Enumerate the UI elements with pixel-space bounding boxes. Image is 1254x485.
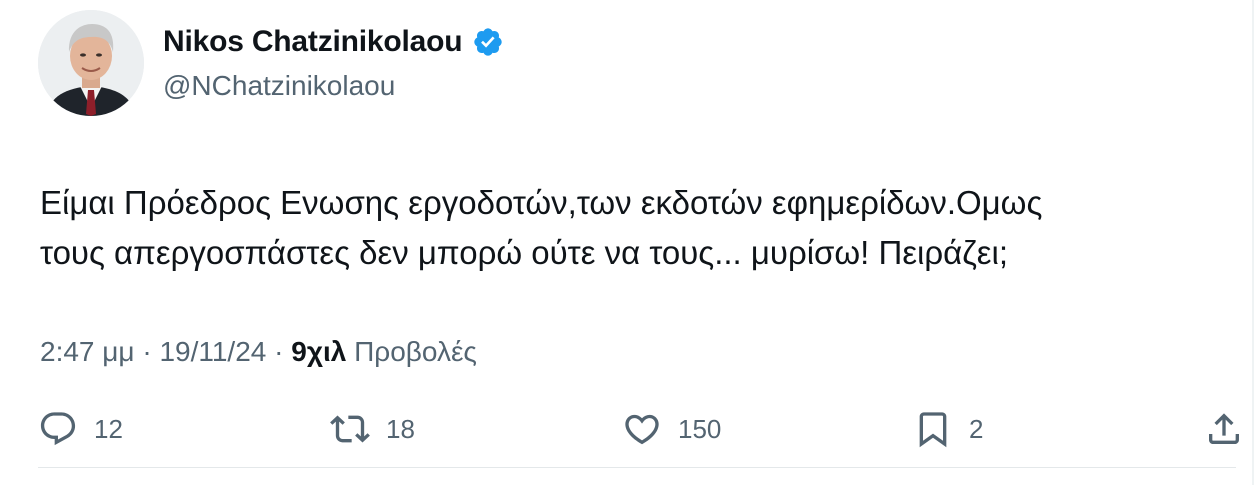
views-label: Προβολές — [354, 336, 477, 367]
meta-separator: · — [266, 336, 292, 367]
tweet-meta: 2:47 μμ · 19/11/24 · 9χιλ Προβολές — [40, 332, 477, 372]
bookmark-button[interactable]: 2 — [913, 405, 983, 453]
views-count: 9χιλ — [291, 336, 347, 367]
retweet-button[interactable]: 18 — [330, 405, 415, 453]
retweet-count: 18 — [386, 413, 415, 444]
author-display-name[interactable]: Nikos Chatzinikolaou — [163, 25, 463, 59]
tweet-text-line: τους απεργοσπάστες δεν μπορώ ούτε να του… — [40, 234, 1009, 271]
reply-button[interactable]: 12 — [38, 405, 123, 453]
author-handle[interactable]: @NChatzinikolaou — [163, 66, 395, 106]
reply-count: 12 — [94, 413, 123, 444]
tweet-text-line: Είμαι Πρόεδρος Ενωσης εργοδοτών,των εκδο… — [40, 184, 1043, 221]
avatar[interactable] — [38, 10, 144, 116]
like-count: 150 — [678, 413, 722, 444]
meta-separator: · — [134, 336, 160, 367]
tweet-text: Είμαι Πρόεδρος Ενωσης εργοδοτών,των εκδο… — [40, 178, 1230, 278]
share-button[interactable] — [1204, 405, 1244, 453]
retweet-icon — [330, 415, 370, 443]
like-button[interactable]: 150 — [622, 405, 721, 453]
author-name-row: Nikos Chatzinikolaou — [163, 22, 504, 62]
bookmark-count: 2 — [969, 413, 984, 444]
verified-badge-icon[interactable] — [472, 26, 504, 58]
tweet-time[interactable]: 2:47 μμ — [40, 336, 135, 367]
tweet-date[interactable]: 19/11/24 — [159, 336, 266, 367]
tweet-actions-bar: 12 18 150 2 — [0, 405, 1254, 453]
avatar-image — [38, 10, 144, 116]
bottom-divider — [38, 467, 1236, 468]
reply-icon — [40, 412, 76, 446]
heart-icon — [625, 414, 659, 445]
share-icon — [1209, 413, 1239, 444]
bookmark-icon — [919, 412, 947, 448]
